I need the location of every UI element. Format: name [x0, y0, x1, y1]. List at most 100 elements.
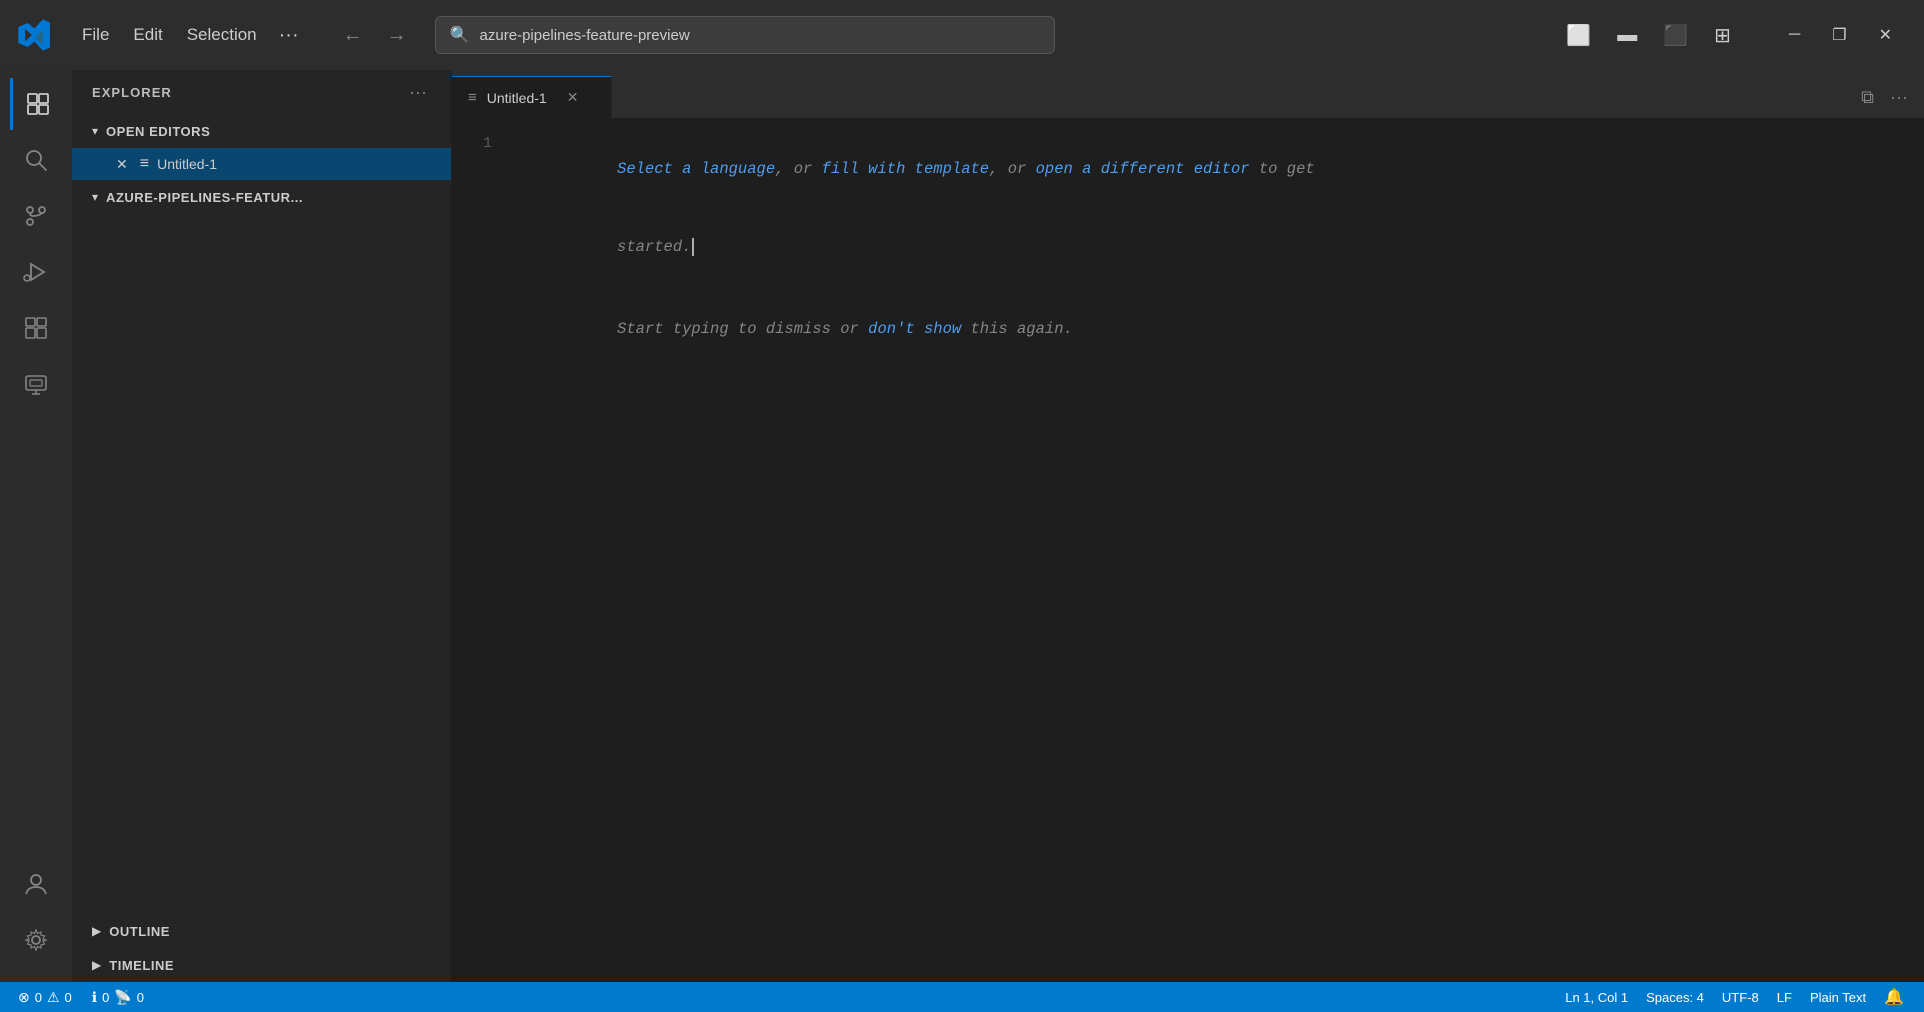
- status-notifications[interactable]: 🔔: [1876, 982, 1912, 1012]
- search-icon: 🔍: [450, 25, 470, 45]
- editor-content: 1 Select a language, or fill with templa…: [452, 118, 1924, 982]
- select-language-link[interactable]: Select a language: [617, 160, 775, 178]
- broadcast-icon: 📡: [114, 989, 131, 1006]
- activity-bar: [0, 70, 72, 982]
- hint-line-3: Start typing to dismiss or don't show th…: [524, 290, 1910, 368]
- status-position[interactable]: Ln 1, Col 1: [1557, 982, 1636, 1012]
- to-get-text: to get: [1250, 160, 1315, 178]
- forward-button[interactable]: →: [379, 20, 415, 51]
- search-text: azure-pipelines-feature-preview: [480, 27, 690, 44]
- menu-bar: File Edit Selection ···: [72, 20, 307, 51]
- editor-area: ≡ Untitled-1 ✕ ⧉ ··· 1 Select a language…: [452, 70, 1924, 982]
- toggle-secondary-sidebar-button[interactable]: ⬛: [1653, 17, 1698, 54]
- edit-menu[interactable]: Edit: [123, 21, 172, 49]
- activity-extensions[interactable]: [10, 302, 62, 354]
- or-text-1: , or: [775, 160, 822, 178]
- timeline-label: TIMELINE: [109, 958, 174, 973]
- close-button[interactable]: ✕: [1863, 19, 1908, 51]
- fill-template-link[interactable]: fill with template: [822, 160, 989, 178]
- sidebar: EXPLORER ··· ▾ OPEN EDITORS ✕ ≡ Untitled…: [72, 70, 452, 982]
- tab-close-button[interactable]: ✕: [563, 87, 583, 108]
- status-bar: ⊗ 0 ⚠ 0 ℹ 0 📡 0 Ln 1, Col 1 Spaces: 4 UT…: [0, 982, 1924, 1012]
- warning-count: 0: [65, 990, 72, 1005]
- activity-remote-explorer[interactable]: [10, 358, 62, 410]
- status-spaces[interactable]: Spaces: 4: [1638, 982, 1712, 1012]
- status-bar-right: Ln 1, Col 1 Spaces: 4 UTF-8 LF Plain Tex…: [1557, 982, 1912, 1012]
- tabs-right-actions: ⧉ ···: [1845, 76, 1924, 118]
- tab-untitled[interactable]: ≡ Untitled-1 ✕: [452, 76, 612, 118]
- minimize-button[interactable]: ─: [1773, 20, 1816, 50]
- or-text-2: , or: [989, 160, 1036, 178]
- error-count: 0: [35, 990, 42, 1005]
- folder-section[interactable]: ▾ AZURE-PIPELINES-FEATUR...: [72, 180, 451, 214]
- activity-run-debug[interactable]: [10, 246, 62, 298]
- start-typing-text: Start typing to dismiss or: [617, 320, 868, 338]
- vscode-logo: [16, 17, 52, 53]
- hint-line-1: Select a language, or fill with template…: [524, 130, 1910, 208]
- title-bar-actions: ⬜ ▬ ⬛ ⊞: [1556, 17, 1741, 54]
- file-menu[interactable]: File: [72, 21, 119, 49]
- selection-menu[interactable]: Selection: [177, 21, 267, 49]
- more-actions-button[interactable]: ···: [1884, 83, 1914, 112]
- activity-bar-bottom: [10, 858, 62, 982]
- sidebar-title: EXPLORER: [92, 85, 395, 100]
- open-editors-chevron: ▾: [92, 124, 98, 138]
- info-icon: ℹ: [92, 989, 97, 1006]
- search-bar[interactable]: 🔍 azure-pipelines-feature-preview: [435, 16, 1055, 54]
- tabs-bar: ≡ Untitled-1 ✕ ⧉ ···: [452, 70, 1924, 118]
- navigation-buttons: ← →: [335, 20, 415, 51]
- folder-chevron: ▾: [92, 190, 98, 204]
- file-close-icon[interactable]: ✕: [112, 154, 132, 175]
- split-editor-button[interactable]: ⧉: [1855, 83, 1880, 112]
- sidebar-header: EXPLORER ···: [72, 70, 451, 114]
- status-info[interactable]: ℹ 0 📡 0: [86, 982, 150, 1012]
- tab-file-icon: ≡: [468, 89, 477, 106]
- back-button[interactable]: ←: [335, 20, 371, 51]
- tab-name: Untitled-1: [487, 90, 547, 106]
- outline-label: OUTLINE: [109, 924, 170, 939]
- file-item-untitled[interactable]: ✕ ≡ Untitled-1: [72, 148, 451, 180]
- dont-show-link[interactable]: don't show: [868, 320, 961, 338]
- maximize-button[interactable]: ❐: [1816, 19, 1862, 51]
- status-encoding[interactable]: UTF-8: [1714, 982, 1767, 1012]
- activity-settings[interactable]: [10, 914, 62, 966]
- outline-section[interactable]: ▶ OUTLINE: [72, 914, 451, 948]
- folder-label: AZURE-PIPELINES-FEATUR...: [106, 190, 303, 205]
- status-errors[interactable]: ⊗ 0 ⚠ 0: [12, 982, 78, 1012]
- text-cursor: [692, 238, 694, 256]
- status-bar-left: ⊗ 0 ⚠ 0 ℹ 0 📡 0: [12, 982, 150, 1012]
- open-editor-link[interactable]: open a different editor: [1036, 160, 1250, 178]
- line-number-1: 1: [452, 130, 508, 156]
- activity-accounts[interactable]: [10, 858, 62, 910]
- status-language[interactable]: Plain Text: [1802, 982, 1874, 1012]
- sidebar-more-button[interactable]: ···: [405, 78, 431, 107]
- timeline-chevron: ▶: [92, 958, 101, 972]
- open-editors-section[interactable]: ▾ OPEN EDITORS: [72, 114, 451, 148]
- editor-text-area[interactable]: Select a language, or fill with template…: [508, 118, 1910, 982]
- started-text: started.: [617, 238, 691, 256]
- toggle-primary-sidebar-button[interactable]: ⬜: [1556, 17, 1601, 54]
- main-layout: EXPLORER ··· ▾ OPEN EDITORS ✕ ≡ Untitled…: [0, 70, 1924, 982]
- error-icon: ⊗: [18, 989, 30, 1006]
- activity-source-control[interactable]: [10, 190, 62, 242]
- activity-explorer[interactable]: [10, 78, 62, 130]
- file-name-untitled: Untitled-1: [157, 156, 217, 172]
- vertical-scrollbar[interactable]: [1910, 118, 1924, 982]
- timeline-section[interactable]: ▶ TIMELINE: [72, 948, 451, 982]
- info-count: 0: [102, 990, 109, 1005]
- line-numbers: 1: [452, 118, 508, 982]
- more-menus[interactable]: ···: [271, 20, 307, 51]
- toggle-panel-button[interactable]: ▬: [1607, 18, 1647, 53]
- status-line-ending[interactable]: LF: [1769, 982, 1800, 1012]
- file-type-icon: ≡: [140, 155, 149, 173]
- this-again-text: this again.: [961, 320, 1073, 338]
- customize-layout-button[interactable]: ⊞: [1704, 17, 1741, 54]
- title-bar: File Edit Selection ··· ← → 🔍 azure-pipe…: [0, 0, 1924, 70]
- no-problems-count: 0: [137, 990, 144, 1005]
- outline-chevron: ▶: [92, 924, 101, 938]
- bell-icon: 🔔: [1884, 987, 1904, 1007]
- hint-line-2: started.: [524, 208, 1910, 286]
- window-controls: ─ ❐ ✕: [1773, 19, 1908, 51]
- open-editors-label: OPEN EDITORS: [106, 124, 210, 139]
- activity-search[interactable]: [10, 134, 62, 186]
